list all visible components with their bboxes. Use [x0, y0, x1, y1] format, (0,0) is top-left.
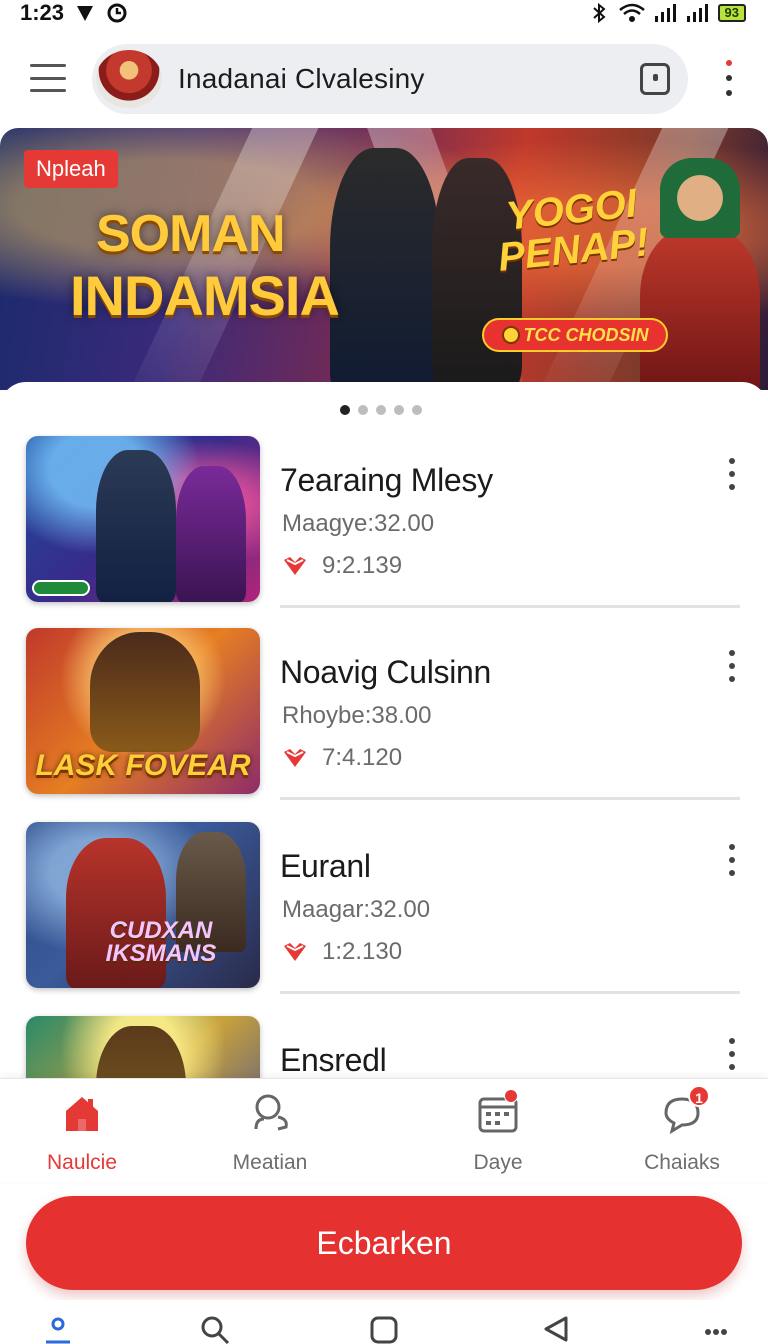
- thumb-hero: [96, 450, 176, 602]
- clock: 1:23: [20, 0, 65, 25]
- nav-item-search[interactable]: Meatian: [190, 1091, 350, 1177]
- game-title[interactable]: Ensredl: [280, 1042, 387, 1078]
- game-list: 7earaing Mlesy Maagye:32.00 9:2.139 LASK…: [0, 434, 768, 1078]
- more-apps-icon[interactable]: [700, 1314, 732, 1344]
- game-stat: 7:4.120: [282, 744, 402, 772]
- game-subtitle: Maagye:32.00: [282, 510, 435, 537]
- wifi-icon: [618, 3, 645, 22]
- nav-label: Daye: [473, 1151, 523, 1174]
- banner-badge[interactable]: TCC CHODSIN: [482, 318, 668, 352]
- game-stat-value: 7:4.120: [322, 744, 403, 771]
- nav-label: Naulcie: [46, 1151, 118, 1174]
- list-item[interactable]: 7earaing Mlesy Maagye:32.00 9:2.139: [0, 434, 768, 626]
- carousel-dot[interactable]: [358, 405, 368, 415]
- nav-label: Chaiaks: [644, 1151, 720, 1174]
- banner-hero-green: [660, 158, 740, 238]
- badge-coin-icon: [501, 326, 520, 344]
- list-item[interactable]: LASK FOVEAR Noavig Culsinn Rhoybe:38.00 …: [0, 626, 768, 818]
- system-navigation-bar: [0, 1300, 768, 1344]
- bottom-navigation: Naulcie Meatian Daye 1 Chaiaks: [0, 1078, 768, 1182]
- thumb-hero: [90, 632, 200, 752]
- game-thumbnail[interactable]: CUDXAN IKSMANS: [26, 822, 260, 988]
- calendar-icon-wrap: [476, 1089, 520, 1135]
- game-thumbnail-caption: LASK FOVEAR: [35, 748, 251, 782]
- heart-icon: [284, 749, 306, 767]
- status-right: 93: [588, 2, 746, 24]
- overview-icon[interactable]: [368, 1314, 400, 1344]
- divider: [280, 991, 740, 994]
- bluetooth-icon: [592, 2, 606, 24]
- banner-headline-2: INDAMSIA: [70, 264, 340, 327]
- nav-item-schedule[interactable]: Daye: [418, 1089, 578, 1177]
- home-icon: [66, 1097, 98, 1131]
- location-icon: [77, 6, 94, 21]
- menu-icon[interactable]: [30, 64, 66, 92]
- carousel-dot[interactable]: [394, 405, 404, 415]
- top-app-bar: Inadanai Clvalesiny: [0, 26, 768, 130]
- carousel-dot[interactable]: [340, 405, 350, 415]
- avatar[interactable]: [96, 50, 162, 108]
- clock-icon: [107, 3, 127, 23]
- divider: [280, 797, 740, 800]
- carousel-indicator[interactable]: [340, 405, 422, 415]
- search-bar[interactable]: Inadanai Clvalesiny: [92, 44, 688, 114]
- game-stat-value: 9:2.139: [322, 552, 403, 579]
- battery-icon: 93: [717, 4, 746, 22]
- back-icon[interactable]: [540, 1314, 572, 1344]
- heart-icon: [284, 557, 306, 575]
- signal-icon: [654, 4, 676, 22]
- divider: [280, 605, 740, 608]
- game-thumbnail[interactable]: LASK FOVEAR: [26, 628, 260, 794]
- game-thumbnail[interactable]: [26, 1016, 260, 1078]
- chat-icon-wrap: 1: [660, 1085, 710, 1135]
- status-bar: 1:23 93: [0, 0, 768, 26]
- game-subtitle: Rhoybe:38.00: [282, 702, 432, 729]
- game-stat-value: 1:2.130: [322, 938, 403, 965]
- feedback-icon[interactable]: [640, 63, 670, 95]
- carousel-dot[interactable]: [412, 405, 422, 415]
- game-stat: 9:2.139: [282, 552, 402, 580]
- app-title: Inadanai Clvalesiny: [178, 63, 425, 94]
- list-item[interactable]: Ensredl: [0, 1014, 768, 1078]
- item-more-icon[interactable]: [726, 844, 738, 876]
- game-subtitle: Maagar:32.00: [282, 896, 431, 923]
- chat-badge: 1: [688, 1085, 710, 1107]
- more-options-icon[interactable]: [724, 60, 734, 96]
- banner-badge-label: TCC CHODSIN: [523, 324, 649, 345]
- primary-action-button[interactable]: Ecbarken: [26, 1196, 742, 1290]
- status-left: 1:23: [20, 0, 128, 26]
- thumb-hero-2: [176, 466, 246, 602]
- banner-hero-main: [330, 148, 440, 390]
- list-item[interactable]: CUDXAN IKSMANS Euranl Maagar:32.00 1:2.1…: [0, 820, 768, 1012]
- banner-tag: Npleah: [24, 150, 118, 188]
- game-title[interactable]: Noavig Culsinn: [280, 654, 491, 691]
- carousel-dot[interactable]: [376, 405, 386, 415]
- nav-item-home[interactable]: Naulcie: [2, 1091, 162, 1177]
- promo-banner[interactable]: Npleah SOMAN INDAMSIA YOGOI PENAP! TCC C…: [0, 128, 768, 390]
- signal-icon-2: [686, 4, 708, 22]
- search-people-icon: [254, 1094, 288, 1131]
- notification-dot: [504, 1089, 518, 1103]
- item-more-icon[interactable]: [726, 458, 738, 490]
- nav-item-chats[interactable]: 1 Chaiaks: [602, 1085, 762, 1177]
- banner-headline-1: SOMAN: [96, 205, 286, 263]
- search-icon[interactable]: [198, 1314, 230, 1344]
- banner-hero-warrior: [640, 228, 760, 390]
- game-thumbnail[interactable]: [26, 436, 260, 602]
- game-title[interactable]: Euranl: [280, 848, 371, 885]
- thumb-hero: [96, 1026, 186, 1078]
- item-more-icon[interactable]: [726, 1038, 738, 1070]
- thumb-chip: [32, 580, 90, 596]
- game-title[interactable]: 7earaing Mlesy: [280, 462, 493, 499]
- nav-label: Meatian: [232, 1151, 308, 1174]
- game-thumbnail-caption: CUDXAN IKSMANS: [105, 917, 217, 968]
- game-stat: 1:2.130: [282, 938, 402, 966]
- item-more-icon[interactable]: [726, 650, 738, 682]
- home-person-icon[interactable]: [42, 1314, 74, 1344]
- heart-icon: [284, 943, 306, 961]
